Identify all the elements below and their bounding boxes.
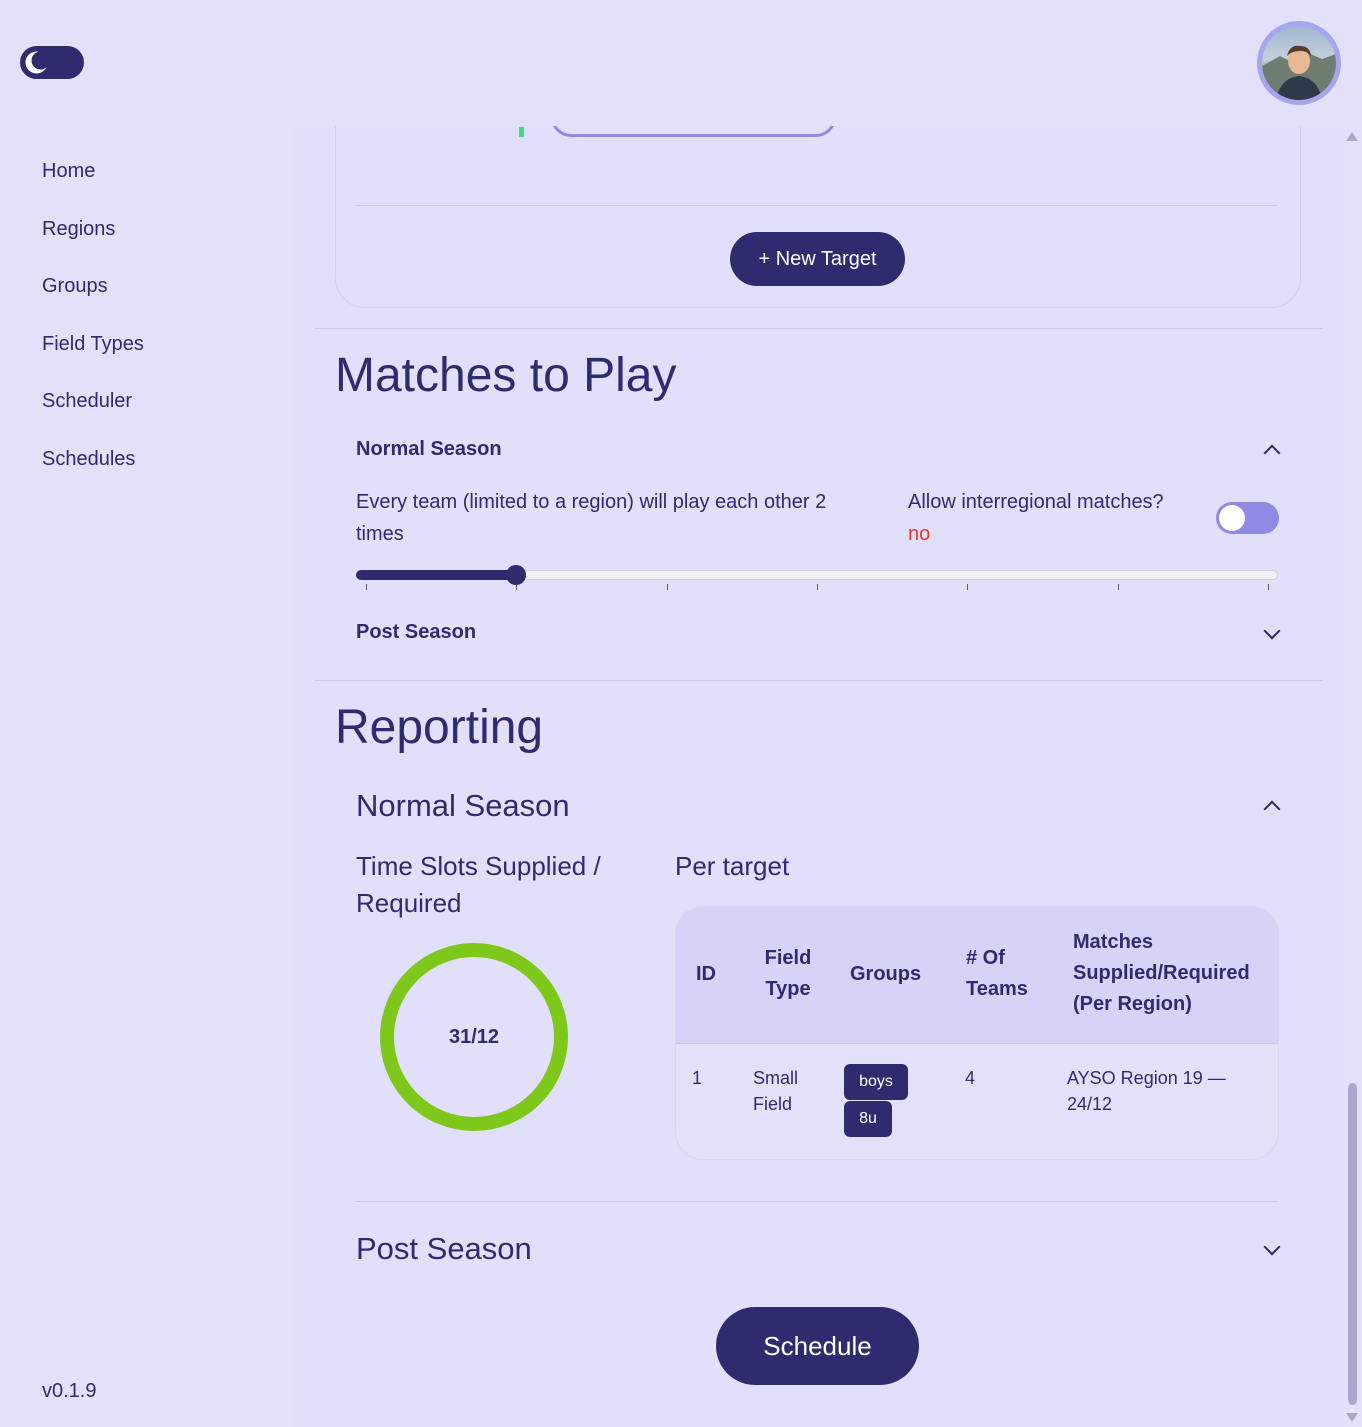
interregional-label: Allow interregional matches? (908, 491, 1164, 513)
matches-slider-fill (356, 570, 516, 580)
column-header-id: ID (696, 963, 716, 985)
cell-teams: 4 (965, 1068, 976, 1088)
per-target-table: ID Field Type Groups # Of Teams Matches … (675, 906, 1279, 1160)
matches-slider-thumb[interactable] (506, 565, 526, 585)
time-slots-value: 31/12 (448, 1025, 500, 1048)
chevron-down-icon[interactable] (1263, 1238, 1281, 1256)
reporting-title: Reporting (335, 701, 544, 754)
top-bar (0, 0, 1362, 126)
column-header-teams: # Of Teams (966, 947, 1028, 1000)
version-label: v0.1.9 (42, 1380, 97, 1402)
main-content: + New Target Matches to Play Normal Seas… (293, 126, 1343, 1427)
matches-title: Matches to Play (335, 349, 677, 402)
scroll-thumb[interactable] (1348, 1083, 1357, 1405)
avatar-photo (1262, 26, 1336, 100)
section-divider (314, 680, 1322, 681)
slider-tick (666, 584, 668, 590)
column-header-groups: Groups (850, 963, 922, 985)
column-header-field-type: Field Type (764, 947, 812, 1000)
sidebar-item-regions[interactable]: Regions (42, 218, 115, 241)
sidebar (0, 126, 293, 1427)
sidebar-item-schedules[interactable]: Schedules (42, 448, 135, 471)
time-slots-ring: 31/12 (379, 942, 569, 1132)
group-chip: boys (844, 1064, 908, 1100)
slider-tick (516, 584, 518, 590)
scrollbar[interactable] (1343, 126, 1362, 1427)
slider-tick (1117, 584, 1119, 590)
sidebar-item-groups[interactable]: Groups (42, 275, 108, 298)
chevron-down-icon[interactable] (1263, 622, 1281, 640)
scroll-down-arrow-icon[interactable] (1346, 1413, 1358, 1422)
slider-tick (366, 584, 367, 590)
chevron-up-icon[interactable] (1263, 800, 1281, 818)
cell-matches: AYSO Region 19 — 24/12 (1067, 1068, 1226, 1114)
section-divider (314, 328, 1322, 329)
target-input[interactable] (551, 126, 836, 137)
cell-field-type: Small Field (753, 1068, 799, 1114)
sidebar-item-field-types[interactable]: Field Types (42, 333, 144, 356)
reporting-post-season-header[interactable]: Post Season (356, 1231, 532, 1267)
theme-toggle[interactable] (20, 46, 84, 79)
chevron-up-icon[interactable] (1263, 444, 1281, 462)
moon-icon (23, 49, 50, 76)
new-target-button[interactable]: + New Target (730, 232, 905, 286)
interregional-toggle[interactable] (1216, 502, 1279, 534)
slider-tick (817, 584, 818, 590)
sidebar-item-home[interactable]: Home (42, 160, 95, 183)
table-header: ID Field Type Groups # Of Teams Matches … (676, 907, 1278, 1044)
matches-normal-season-header[interactable]: Normal Season (356, 438, 502, 461)
slider-tick (1268, 584, 1269, 590)
section-divider (356, 1201, 1278, 1202)
reporting-normal-season-header[interactable]: Normal Season (356, 788, 570, 824)
per-target-title: Per target (675, 851, 790, 881)
slider-tick (967, 584, 969, 590)
cell-id: 1 (692, 1068, 703, 1088)
avatar[interactable] (1257, 21, 1341, 105)
schedule-button[interactable]: Schedule (716, 1307, 919, 1385)
scroll-up-arrow-icon[interactable] (1346, 132, 1358, 141)
matches-post-season-header[interactable]: Post Season (356, 621, 476, 644)
status-indicator (519, 127, 524, 137)
sidebar-item-scheduler[interactable]: Scheduler (42, 390, 132, 413)
matches-description: Every team (limited to a region) will pl… (356, 491, 827, 545)
group-chip: 8u (844, 1101, 892, 1137)
card-divider (356, 205, 1278, 206)
toggle-knob (1219, 505, 1245, 531)
time-slots-title: Time Slots Supplied / Required (356, 851, 601, 918)
interregional-value: no (908, 523, 931, 545)
column-header-matches: Matches Supplied/Required (Per Region) (1073, 931, 1250, 1015)
